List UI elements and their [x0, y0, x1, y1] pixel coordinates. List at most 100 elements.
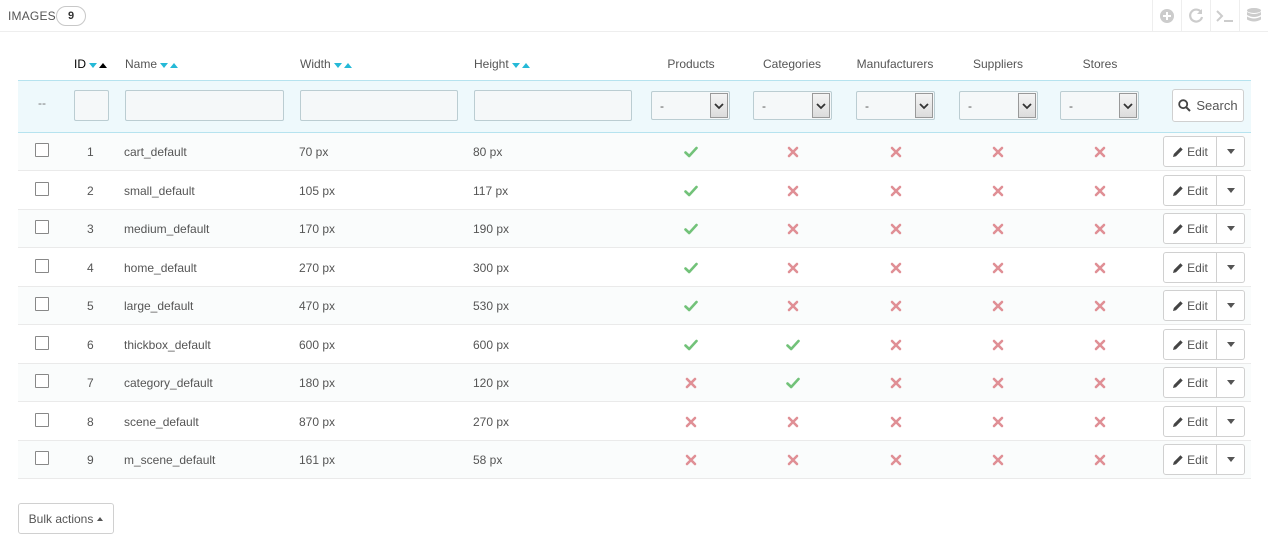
edit-button[interactable]: Edit — [1163, 252, 1217, 283]
table-row[interactable]: 8 scene_default 870 px 270 px Edit — [18, 402, 1251, 441]
edit-button[interactable]: Edit — [1163, 367, 1217, 398]
cross-icon[interactable] — [1093, 338, 1107, 352]
cross-icon[interactable] — [1093, 145, 1107, 159]
sort-asc-icon[interactable] — [521, 63, 530, 69]
sort-desc-icon[interactable] — [160, 63, 169, 69]
table-row[interactable]: 1 cart_default 70 px 80 px Edit — [18, 133, 1251, 171]
cross-icon[interactable] — [991, 453, 1005, 467]
filter-categories-select[interactable]: - — [753, 91, 832, 120]
sort-asc-icon[interactable] — [99, 63, 107, 69]
filter-height-input[interactable] — [474, 90, 632, 121]
edit-button[interactable]: Edit — [1163, 136, 1217, 167]
cross-icon[interactable] — [786, 453, 800, 467]
cross-icon[interactable] — [991, 376, 1005, 390]
edit-button[interactable]: Edit — [1163, 290, 1217, 321]
cross-icon[interactable] — [1093, 415, 1107, 429]
cross-icon[interactable] — [889, 145, 903, 159]
check-icon[interactable] — [684, 222, 698, 236]
table-row[interactable]: 3 medium_default 170 px 190 px Edit — [18, 210, 1251, 248]
check-icon[interactable] — [684, 145, 698, 159]
edit-button[interactable]: Edit — [1163, 444, 1217, 475]
row-actions-dropdown[interactable] — [1217, 175, 1245, 206]
cross-icon[interactable] — [786, 415, 800, 429]
column-header-width[interactable]: Width — [300, 57, 352, 72]
cross-icon[interactable] — [1093, 184, 1107, 198]
cross-icon[interactable] — [684, 415, 698, 429]
sort-desc-icon[interactable] — [89, 63, 97, 69]
row-checkbox[interactable] — [35, 413, 49, 427]
cross-icon[interactable] — [1093, 222, 1107, 236]
table-row[interactable]: 4 home_default 270 px 300 px Edit — [18, 248, 1251, 287]
cross-icon[interactable] — [684, 376, 698, 390]
cross-icon[interactable] — [1093, 376, 1107, 390]
sort-asc-icon[interactable] — [170, 63, 179, 69]
row-checkbox[interactable] — [35, 182, 49, 196]
search-button[interactable]: Search — [1172, 89, 1244, 122]
column-header-name[interactable]: Name — [125, 57, 179, 72]
cross-icon[interactable] — [889, 184, 903, 198]
row-actions-dropdown[interactable] — [1217, 213, 1245, 244]
cross-icon[interactable] — [786, 299, 800, 313]
filter-manufacturers-select[interactable]: - — [856, 91, 935, 120]
cross-icon[interactable] — [889, 222, 903, 236]
row-checkbox[interactable] — [35, 220, 49, 234]
sort-asc-icon[interactable] — [343, 63, 352, 69]
check-icon[interactable] — [786, 338, 800, 352]
cross-icon[interactable] — [889, 376, 903, 390]
sort-desc-icon[interactable] — [511, 63, 520, 69]
filter-stores-select[interactable]: - — [1060, 91, 1139, 120]
cross-icon[interactable] — [991, 338, 1005, 352]
column-header-id[interactable]: ID — [74, 57, 107, 72]
cross-icon[interactable] — [991, 299, 1005, 313]
sql-query-button[interactable] — [1210, 0, 1239, 32]
check-icon[interactable] — [684, 338, 698, 352]
check-icon[interactable] — [684, 261, 698, 275]
cross-icon[interactable] — [684, 453, 698, 467]
row-actions-dropdown[interactable] — [1217, 136, 1245, 167]
row-actions-dropdown[interactable] — [1217, 252, 1245, 283]
column-header-height[interactable]: Height — [474, 57, 530, 72]
row-checkbox[interactable] — [35, 297, 49, 311]
cross-icon[interactable] — [991, 261, 1005, 275]
cross-icon[interactable] — [991, 184, 1005, 198]
row-actions-dropdown[interactable] — [1217, 406, 1245, 437]
filter-suppliers-select[interactable]: - — [959, 91, 1038, 120]
filter-width-input[interactable] — [300, 90, 458, 121]
check-icon[interactable] — [786, 376, 800, 390]
cross-icon[interactable] — [1093, 453, 1107, 467]
row-actions-dropdown[interactable] — [1217, 290, 1245, 321]
cross-icon[interactable] — [786, 184, 800, 198]
table-row[interactable]: 6 thickbox_default 600 px 600 px Edit — [18, 325, 1251, 364]
cross-icon[interactable] — [889, 415, 903, 429]
filter-products-select[interactable]: - — [651, 91, 730, 120]
filter-name-input[interactable] — [125, 90, 284, 121]
row-actions-dropdown[interactable] — [1217, 367, 1245, 398]
cross-icon[interactable] — [991, 145, 1005, 159]
cross-icon[interactable] — [786, 145, 800, 159]
table-row[interactable]: 5 large_default 470 px 530 px Edit — [18, 287, 1251, 325]
table-row[interactable]: 7 category_default 180 px 120 px Edit — [18, 364, 1251, 402]
row-actions-dropdown[interactable] — [1217, 444, 1245, 475]
table-row[interactable]: 9 m_scene_default 161 px 58 px Edit — [18, 441, 1251, 479]
export-db-button[interactable] — [1239, 0, 1268, 32]
check-icon[interactable] — [684, 184, 698, 198]
cross-icon[interactable] — [889, 299, 903, 313]
filter-id-input[interactable] — [74, 90, 109, 121]
edit-button[interactable]: Edit — [1163, 213, 1217, 244]
cross-icon[interactable] — [991, 222, 1005, 236]
cross-icon[interactable] — [1093, 299, 1107, 313]
refresh-button[interactable] — [1181, 0, 1210, 32]
check-icon[interactable] — [684, 299, 698, 313]
cross-icon[interactable] — [786, 222, 800, 236]
cross-icon[interactable] — [889, 261, 903, 275]
row-checkbox[interactable] — [35, 451, 49, 465]
row-checkbox[interactable] — [35, 336, 49, 350]
cross-icon[interactable] — [889, 453, 903, 467]
add-new-button[interactable] — [1152, 0, 1181, 32]
table-row[interactable]: 2 small_default 105 px 117 px Edit — [18, 171, 1251, 210]
sort-desc-icon[interactable] — [333, 63, 342, 69]
edit-button[interactable]: Edit — [1163, 329, 1217, 360]
edit-button[interactable]: Edit — [1163, 175, 1217, 206]
edit-button[interactable]: Edit — [1163, 406, 1217, 437]
row-checkbox[interactable] — [35, 259, 49, 273]
